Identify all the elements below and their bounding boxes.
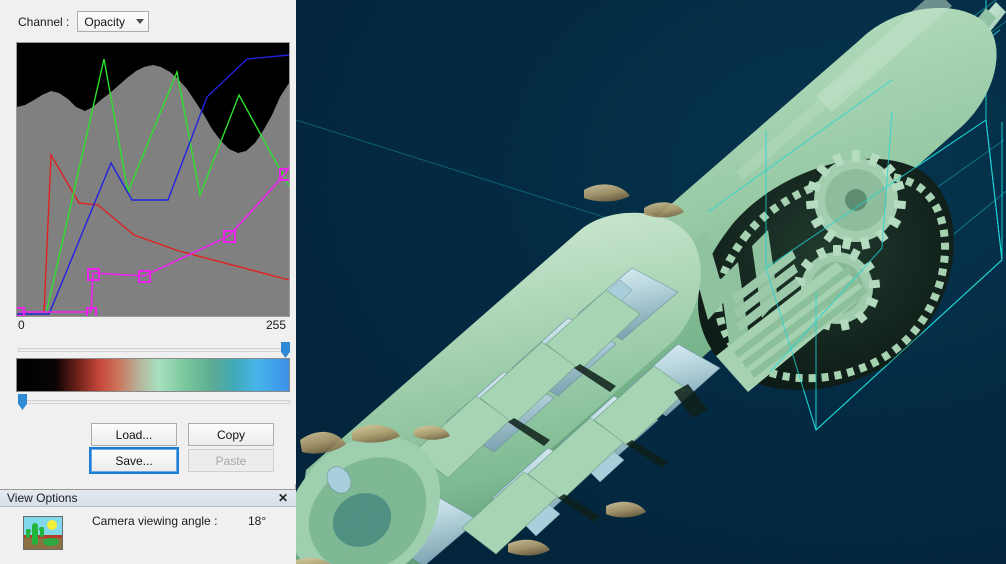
load-button[interactable]: Load... bbox=[91, 423, 177, 446]
range-max-slider[interactable] bbox=[18, 342, 290, 358]
axis-min-label: 0 bbox=[18, 318, 25, 332]
slider-thumb[interactable] bbox=[281, 342, 290, 358]
transfer-function-canvas[interactable] bbox=[17, 43, 289, 316]
close-icon[interactable]: ✕ bbox=[276, 491, 290, 505]
range-min-slider[interactable] bbox=[18, 394, 290, 410]
copy-button[interactable]: Copy bbox=[188, 423, 274, 446]
landscape-picture-icon bbox=[23, 516, 63, 550]
transfer-function-graph[interactable] bbox=[16, 42, 290, 317]
channel-label: Channel : bbox=[18, 15, 69, 29]
view-options-title: View Options bbox=[7, 491, 77, 505]
view-options-titlebar[interactable]: View Options ✕ bbox=[0, 490, 296, 507]
channel-row: Channel : Opacity bbox=[18, 11, 149, 32]
panel-upper-section: Channel : Opacity bbox=[0, 0, 296, 484]
camera-angle-value: 18° bbox=[248, 514, 266, 528]
volume-render-viewport[interactable] bbox=[296, 0, 1006, 564]
view-options-panel: View Options ✕ bbox=[0, 489, 296, 564]
chevron-down-icon bbox=[136, 19, 144, 24]
channel-select-value: Opacity bbox=[84, 15, 125, 29]
slider-track bbox=[18, 400, 290, 404]
render-canvas[interactable] bbox=[296, 0, 1006, 564]
transfer-function-panel: Channel : Opacity bbox=[0, 0, 296, 564]
colormap-preview[interactable] bbox=[16, 358, 290, 392]
slider-track bbox=[18, 348, 290, 352]
axis-max-label: 255 bbox=[266, 318, 286, 332]
save-button[interactable]: Save... bbox=[91, 449, 177, 472]
slider-thumb[interactable] bbox=[18, 394, 27, 410]
channel-select[interactable]: Opacity bbox=[77, 11, 149, 32]
camera-angle-label: Camera viewing angle : bbox=[92, 514, 217, 528]
paste-button: Paste bbox=[188, 449, 274, 472]
app-window: Channel : Opacity bbox=[0, 0, 1006, 564]
